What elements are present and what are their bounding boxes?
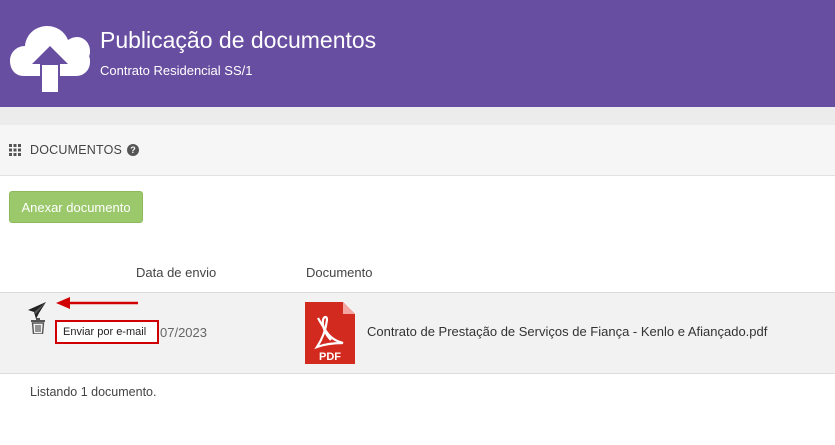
header-divider — [0, 107, 835, 125]
question-circle-icon[interactable]: ? — [127, 144, 139, 156]
attach-document-button[interactable]: Anexar documento — [9, 191, 143, 223]
page-title: Publicação de documentos — [100, 27, 377, 53]
list-status: Listando 1 documento. — [30, 385, 157, 399]
send-icon[interactable] — [28, 302, 47, 319]
pdf-icon: PDF — [305, 302, 355, 364]
annotation-arrow — [56, 297, 138, 309]
page-subtitle: Contrato Residencial SS/1 — [100, 63, 253, 78]
cloud-upload-icon — [10, 26, 90, 92]
sent-date: 07/2023 — [160, 325, 207, 340]
document-name-link[interactable]: Contrato de Prestação de Serviços de Fia… — [367, 324, 767, 339]
column-header-date[interactable]: Data de envio — [136, 265, 216, 280]
tooltip-send-email: Enviar por e-mail — [55, 320, 159, 344]
pdf-label: PDF — [319, 351, 341, 363]
section-header — [0, 125, 835, 176]
section-title: DOCUMENTOS — [30, 143, 123, 157]
grid-icon — [9, 144, 21, 156]
trash-icon[interactable] — [30, 318, 46, 334]
column-header-document[interactable]: Documento — [306, 265, 372, 280]
